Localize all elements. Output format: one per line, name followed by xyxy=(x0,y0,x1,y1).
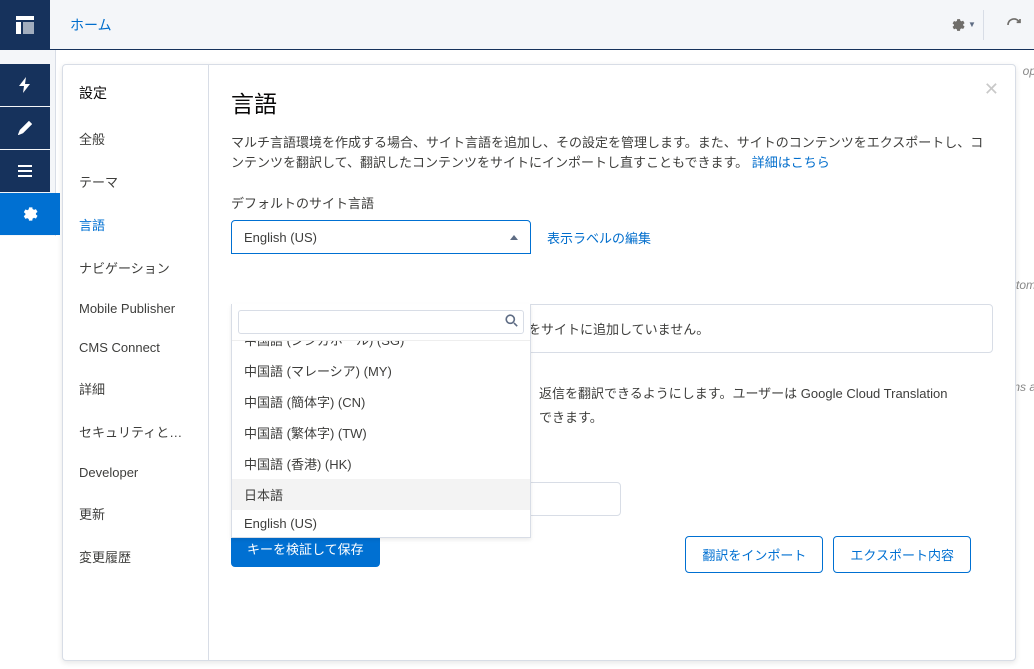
language-option[interactable]: 日本語 xyxy=(232,479,530,510)
pencil-icon xyxy=(18,121,32,135)
sidebar-item[interactable]: 全般 xyxy=(63,117,208,160)
layout-icon xyxy=(16,16,34,34)
refresh-icon xyxy=(1006,17,1022,33)
language-option[interactable]: 中国語 (マレーシア) (MY) xyxy=(232,355,530,386)
export-content-button[interactable]: エクスポート内容 xyxy=(833,536,971,573)
edit-labels-link[interactable]: 表示ラベルの編集 xyxy=(547,228,651,247)
rail-edit-button[interactable] xyxy=(0,107,50,149)
settings-sidebar: 設定 全般テーマ言語ナビゲーションMobile PublisherCMS Con… xyxy=(63,65,209,660)
sidebar-title: 設定 xyxy=(63,83,208,117)
sidebar-item[interactable]: 言語 xyxy=(63,203,208,246)
sidebar-item[interactable]: 変更履歴 xyxy=(63,535,208,578)
sidebar-item[interactable]: CMS Connect xyxy=(63,328,208,367)
main-area: op ottom ons a 設定 全般テーマ言語ナビゲーションMobile P… xyxy=(0,50,1034,669)
language-option[interactable]: 中国語 (香港) (HK) xyxy=(232,448,530,479)
bg-text: op xyxy=(1023,64,1034,78)
settings-modal: 設定 全般テーマ言語ナビゲーションMobile PublisherCMS Con… xyxy=(62,64,1016,661)
language-option[interactable]: 中国語 (繁体字) (TW) xyxy=(232,417,530,448)
default-language-label: デフォルトのサイト言語 xyxy=(231,193,993,212)
topbar: ホーム ▼ xyxy=(0,0,1034,50)
settings-menu-button[interactable]: ▼ xyxy=(944,10,984,40)
language-dropdown-panel: ロマンシュ語中国語 (シンガポール) (SG)中国語 (マレーシア) (MY)中… xyxy=(231,304,531,538)
lightning-icon xyxy=(18,77,32,93)
default-language-select[interactable]: English (US) xyxy=(231,220,531,254)
page-heading: 言語 xyxy=(231,85,993,119)
close-button[interactable]: ✕ xyxy=(984,79,999,100)
sidebar-item[interactable]: Developer xyxy=(63,453,208,492)
sidebar-item[interactable]: Mobile Publisher xyxy=(63,289,208,328)
selected-language-text: English (US) xyxy=(244,230,317,245)
rail-lightning-button[interactable] xyxy=(0,64,50,106)
gear-icon xyxy=(951,18,965,32)
sidebar-item[interactable]: 詳細 xyxy=(63,367,208,410)
sidebar-item[interactable]: 更新 xyxy=(63,492,208,535)
topbar-title: ホーム xyxy=(50,15,944,35)
rail-settings-button[interactable] xyxy=(0,193,60,235)
language-option[interactable]: 中国語 (簡体字) (CN) xyxy=(232,386,530,417)
intro-text: マルチ言語環境を作成する場合、サイト言語を追加し、その設定を管理します。また、サ… xyxy=(231,133,993,173)
language-options-list[interactable]: ロマンシュ語中国語 (シンガポール) (SG)中国語 (マレーシア) (MY)中… xyxy=(232,341,530,537)
intro-body: マルチ言語環境を作成する場合、サイト言語を追加し、その設定を管理します。また、サ… xyxy=(231,135,983,170)
refresh-button[interactable] xyxy=(994,10,1034,40)
sidebar-item[interactable]: セキュリティとプ... xyxy=(63,410,208,453)
left-rail xyxy=(0,50,56,236)
language-option[interactable]: 中国語 (シンガポール) (SG) xyxy=(232,341,530,355)
settings-content: ✕ 言語 マルチ言語環境を作成する場合、サイト言語を追加し、その設定を管理します… xyxy=(209,65,1015,660)
sidebar-item[interactable]: テーマ xyxy=(63,160,208,203)
gear-icon xyxy=(22,206,38,222)
language-search-input[interactable] xyxy=(238,310,524,334)
import-translations-button[interactable]: 翻訳をインポート xyxy=(685,536,823,573)
sidebar-item[interactable]: ナビゲーション xyxy=(63,246,208,289)
language-option[interactable]: English (US) xyxy=(232,510,530,537)
rail-list-button[interactable] xyxy=(0,150,50,192)
list-icon xyxy=(18,165,32,177)
app-logo[interactable] xyxy=(0,0,50,50)
learn-more-link[interactable]: 詳細はこちら xyxy=(752,155,830,170)
